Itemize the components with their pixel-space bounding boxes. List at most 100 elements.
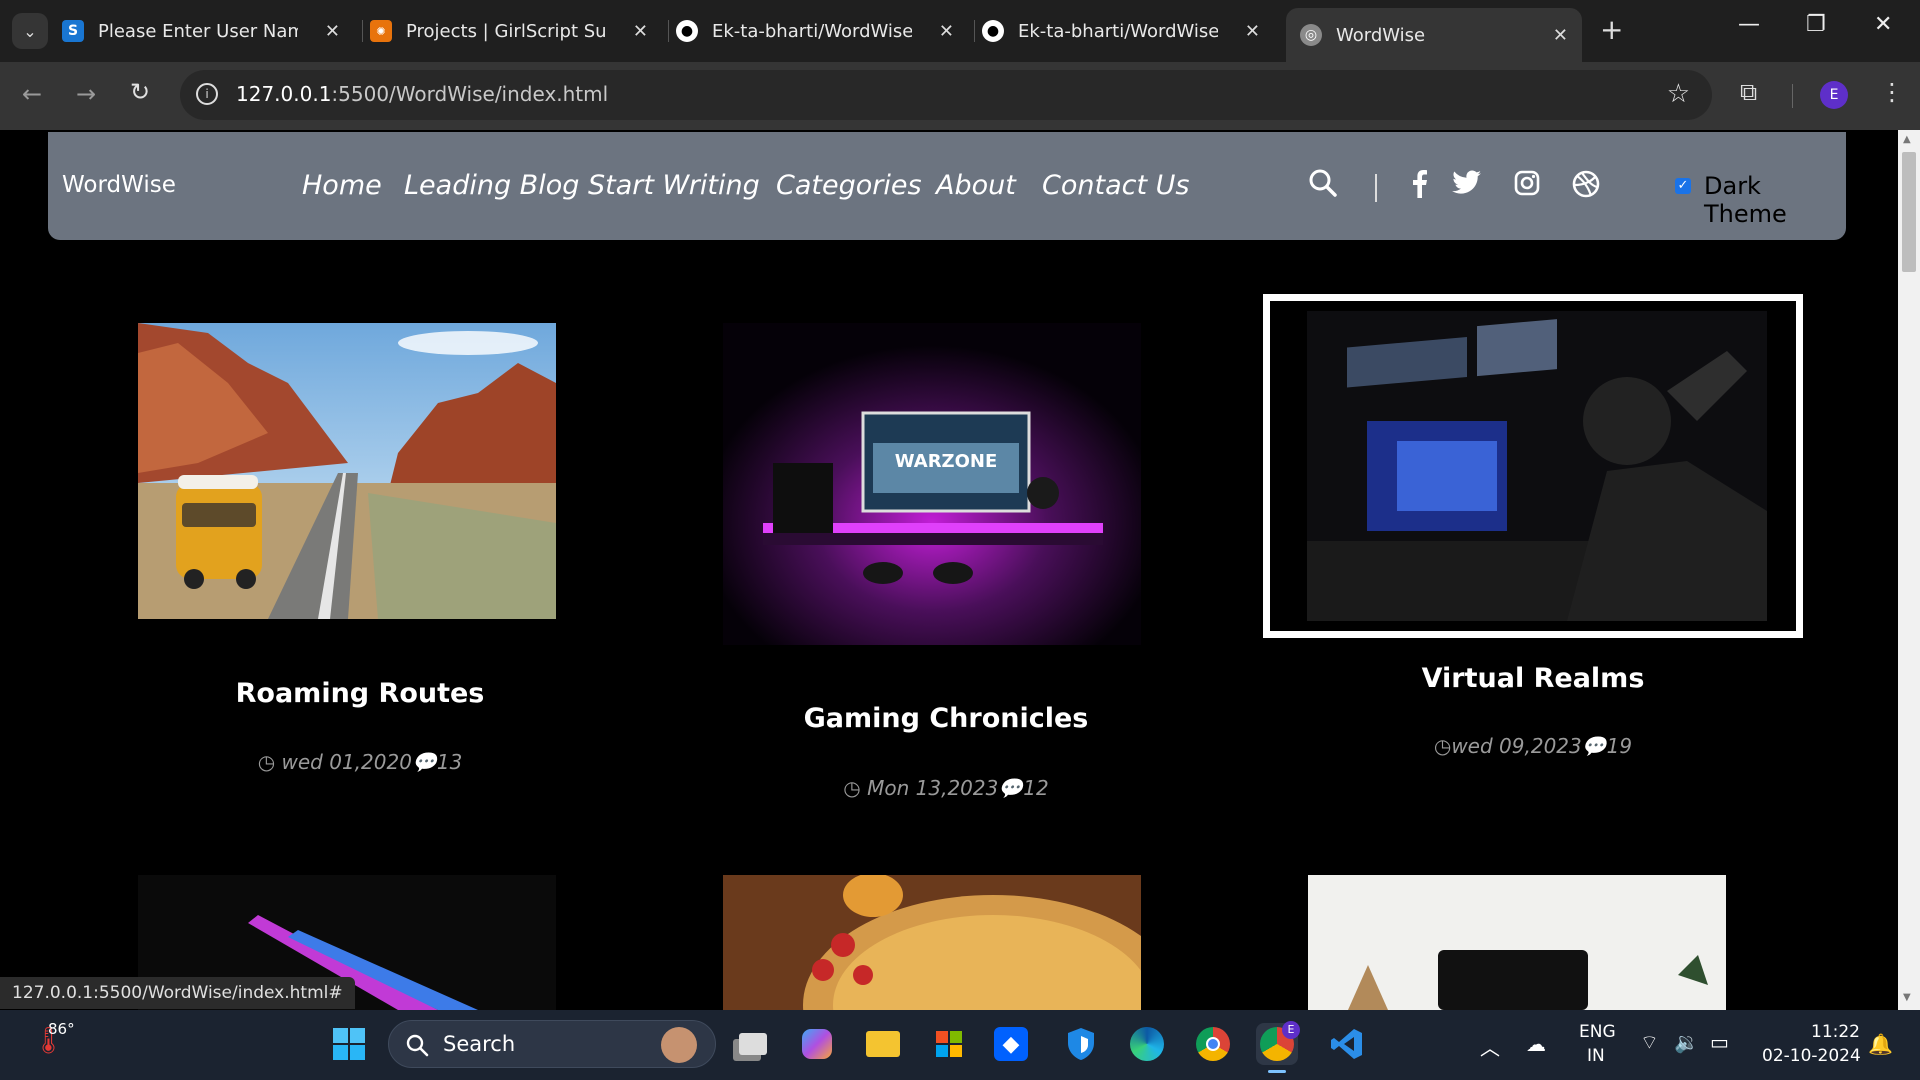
- scroll-down-icon[interactable]: ▼: [1903, 992, 1911, 1003]
- scrollbar-thumb[interactable]: [1902, 152, 1916, 272]
- dropbox-icon[interactable]: ◆: [994, 1027, 1028, 1061]
- girlscript-favicon-icon: ✺: [370, 20, 392, 42]
- file-explorer-icon[interactable]: [862, 1023, 904, 1065]
- bookmark-star-icon[interactable]: ☆: [1667, 79, 1690, 109]
- reload-icon[interactable]: ↻: [130, 78, 150, 106]
- taskbar-search[interactable]: Search: [388, 1020, 716, 1068]
- github-icon: ●: [676, 20, 698, 42]
- comment-icon: 💬: [411, 750, 437, 774]
- card-date: wed 01,2020: [281, 750, 412, 774]
- search-label: Search: [443, 1032, 516, 1056]
- nav-start-writing[interactable]: Start Writing: [588, 170, 760, 201]
- tab-user-name[interactable]: S Please Enter User Name & ✕: [62, 8, 354, 54]
- card-date: wed 09,2023: [1451, 734, 1582, 758]
- menu-kebab-icon[interactable]: ⋮: [1880, 78, 1904, 106]
- twitter-icon[interactable]: [1452, 170, 1482, 200]
- forward-icon[interactable]: →: [76, 80, 96, 108]
- language-code[interactable]: ENG: [1579, 1022, 1616, 1042]
- tab-divider: [668, 20, 669, 42]
- show-hidden-icons[interactable]: ︿: [1480, 1032, 1500, 1061]
- dribbble-icon[interactable]: [1572, 170, 1600, 202]
- workspace-card-image[interactable]: [1308, 875, 1726, 1010]
- url-text[interactable]: 127.0.0.1:5500/WordWise/index.html: [236, 82, 608, 106]
- card-comments: 12: [1023, 776, 1049, 800]
- close-tab-icon[interactable]: ✕: [1245, 21, 1260, 42]
- volume-icon[interactable]: 🔉: [1674, 1030, 1699, 1054]
- nav-contact-us[interactable]: Contact Us: [1042, 170, 1189, 201]
- card-meta: ◷ wed 01,2020💬13: [140, 750, 580, 774]
- edge-icon[interactable]: [1126, 1023, 1168, 1065]
- comment-icon: 💬: [998, 776, 1024, 800]
- card-title[interactable]: Gaming Chronicles: [726, 703, 1166, 734]
- roaming-routes-image[interactable]: [138, 323, 556, 619]
- tab-divider: [362, 20, 363, 42]
- close-tab-icon[interactable]: ✕: [325, 21, 340, 42]
- weather-temp[interactable]: 86°: [48, 1020, 75, 1038]
- tab-divider: [974, 20, 975, 42]
- microsoft-store-icon[interactable]: [928, 1023, 970, 1065]
- clock-icon: ◷: [257, 750, 276, 774]
- tab-title: Ek-ta-bharti/WordWise: E: [1018, 20, 1218, 42]
- extensions-icon[interactable]: ⧉: [1740, 78, 1757, 106]
- tab-title: Projects | GirlScript Summ: [406, 20, 606, 42]
- page-scrollbar[interactable]: ▲ ▼: [1898, 130, 1920, 1010]
- back-icon[interactable]: ←: [22, 80, 42, 108]
- nav-categories[interactable]: Categories: [776, 170, 922, 201]
- language-region[interactable]: IN: [1587, 1046, 1605, 1066]
- battery-icon[interactable]: ▭: [1710, 1030, 1729, 1054]
- tab-github-2[interactable]: ● Ek-ta-bharti/WordWise: E ✕: [982, 8, 1274, 54]
- scroll-up-icon[interactable]: ▲: [1903, 134, 1911, 145]
- new-tab-icon[interactable]: +: [1600, 13, 1623, 46]
- tab-github-1[interactable]: ● Ek-ta-bharti/WordWise: E ✕: [676, 8, 968, 54]
- web-page: WordWise Home Leading Blog Start Writing…: [0, 130, 1898, 1010]
- copilot-icon[interactable]: [796, 1023, 838, 1065]
- nav-leading-blog[interactable]: Leading Blog: [404, 170, 579, 201]
- restore-icon[interactable]: ❐: [1806, 12, 1826, 37]
- chrome-profile-icon[interactable]: E: [1256, 1021, 1300, 1065]
- vscode-icon[interactable]: [1326, 1023, 1368, 1065]
- card-meta: ◷ Mon 13,2023💬12: [726, 776, 1166, 800]
- active-app-indicator: [1268, 1070, 1286, 1073]
- svg-text:WARZONE: WARZONE: [895, 451, 998, 472]
- nav-home[interactable]: Home: [302, 170, 382, 201]
- close-tab-icon[interactable]: ✕: [1553, 25, 1568, 46]
- instagram-icon[interactable]: [1514, 170, 1540, 200]
- tab-wordwise[interactable]: ◎ WordWise ✕: [1286, 8, 1582, 62]
- facebook-icon[interactable]: [1410, 168, 1428, 202]
- card-comments: 13: [436, 750, 463, 774]
- wifi-icon[interactable]: ⌔: [1640, 1030, 1659, 1055]
- tab-girlscript[interactable]: ✺ Projects | GirlScript Summ ✕: [370, 8, 662, 54]
- site-info-icon[interactable]: i: [196, 83, 218, 105]
- card-title[interactable]: Roaming Routes: [140, 678, 580, 709]
- search-icon: [406, 1034, 429, 1057]
- gaming-chronicles-image[interactable]: WARZONE: [723, 323, 1141, 645]
- close-tab-icon[interactable]: ✕: [939, 21, 954, 42]
- tab-search-dropdown-icon[interactable]: ⌄: [12, 13, 48, 49]
- clock-icon: ◷: [843, 776, 861, 800]
- virtual-realms-image[interactable]: [1263, 294, 1803, 638]
- globe-icon: ◎: [1300, 24, 1322, 46]
- windows-start-icon[interactable]: [328, 1023, 370, 1065]
- task-view-icon[interactable]: [732, 1023, 774, 1065]
- security-shield-icon[interactable]: [1060, 1023, 1102, 1065]
- card-meta: ◷wed 09,2023💬19: [1313, 734, 1753, 758]
- close-tab-icon[interactable]: ✕: [633, 21, 648, 42]
- clock-time[interactable]: 11:22: [1811, 1022, 1860, 1042]
- nav-about[interactable]: About: [936, 170, 1016, 201]
- chrome-icon[interactable]: [1192, 1023, 1234, 1065]
- tab-title: Ek-ta-bharti/WordWise: E: [712, 20, 912, 42]
- pizza-card-image[interactable]: [723, 875, 1141, 1010]
- clock-date[interactable]: 02-10-2024: [1762, 1046, 1861, 1066]
- close-window-icon[interactable]: ✕: [1874, 12, 1892, 37]
- notifications-bell-icon[interactable]: 🔔: [1868, 1032, 1893, 1056]
- address-bar[interactable]: i 127.0.0.1:5500/WordWise/index.html ☆: [180, 70, 1712, 120]
- profile-avatar[interactable]: E: [1820, 81, 1848, 109]
- onedrive-icon[interactable]: ☁: [1526, 1032, 1546, 1056]
- site-brand[interactable]: WordWise: [62, 172, 176, 198]
- search-highlight-icon: [661, 1027, 697, 1063]
- dark-theme-label: Dark Theme: [1704, 172, 1787, 228]
- card-title[interactable]: Virtual Realms: [1313, 663, 1753, 694]
- dark-theme-checkbox[interactable]: ✓: [1675, 178, 1691, 194]
- search-icon[interactable]: [1308, 168, 1338, 202]
- minimize-icon[interactable]: —: [1738, 12, 1760, 37]
